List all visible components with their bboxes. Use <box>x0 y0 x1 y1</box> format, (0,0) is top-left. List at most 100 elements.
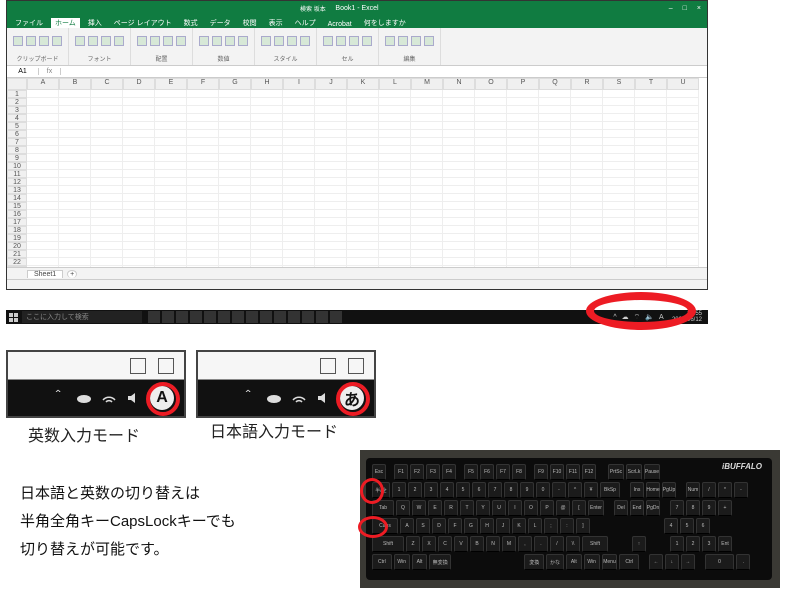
cell[interactable] <box>59 130 91 138</box>
cell[interactable] <box>27 90 59 98</box>
column-header[interactable]: K <box>347 78 379 90</box>
cell[interactable] <box>379 258 411 266</box>
cell[interactable] <box>187 122 219 130</box>
cell[interactable] <box>187 106 219 114</box>
cell[interactable] <box>507 154 539 162</box>
cell[interactable] <box>667 138 699 146</box>
taskbar-app-icon[interactable] <box>204 311 216 323</box>
row-header[interactable]: 5 <box>7 122 27 130</box>
cell[interactable] <box>59 106 91 114</box>
cell[interactable] <box>443 218 475 226</box>
tray-cloud-icon[interactable] <box>76 392 92 404</box>
cell[interactable] <box>667 98 699 106</box>
cell[interactable] <box>475 186 507 194</box>
row-header[interactable]: 1 <box>7 90 27 98</box>
cell[interactable] <box>219 170 251 178</box>
cell[interactable] <box>187 146 219 154</box>
cell[interactable] <box>219 210 251 218</box>
column-header[interactable]: G <box>219 78 251 90</box>
row-header[interactable]: 11 <box>7 170 27 178</box>
cell[interactable] <box>123 146 155 154</box>
cell[interactable] <box>635 114 667 122</box>
ribbon-command[interactable] <box>336 36 346 46</box>
cell[interactable] <box>571 114 603 122</box>
cell[interactable] <box>187 130 219 138</box>
cell[interactable] <box>603 258 635 266</box>
cell[interactable] <box>91 122 123 130</box>
cell[interactable] <box>411 122 443 130</box>
cell[interactable] <box>507 250 539 258</box>
cell[interactable] <box>443 170 475 178</box>
cell[interactable] <box>443 146 475 154</box>
column-header[interactable]: R <box>571 78 603 90</box>
cell[interactable] <box>603 130 635 138</box>
cell[interactable] <box>315 162 347 170</box>
cell[interactable] <box>219 114 251 122</box>
ribbon-command[interactable] <box>424 36 434 46</box>
column-header[interactable]: N <box>443 78 475 90</box>
cell[interactable] <box>507 138 539 146</box>
cell[interactable] <box>667 210 699 218</box>
cell[interactable] <box>315 170 347 178</box>
cell[interactable] <box>251 178 283 186</box>
cell[interactable] <box>507 194 539 202</box>
cell[interactable] <box>603 186 635 194</box>
cell[interactable] <box>91 130 123 138</box>
cell[interactable] <box>59 170 91 178</box>
cell[interactable] <box>443 106 475 114</box>
cell[interactable] <box>187 90 219 98</box>
cell[interactable] <box>123 194 155 202</box>
cell[interactable] <box>507 114 539 122</box>
cell[interactable] <box>379 202 411 210</box>
cell[interactable] <box>283 138 315 146</box>
cell[interactable] <box>507 226 539 234</box>
cell[interactable] <box>251 250 283 258</box>
cell[interactable] <box>603 106 635 114</box>
cell[interactable] <box>411 210 443 218</box>
cell[interactable] <box>283 266 315 267</box>
cell[interactable] <box>155 178 187 186</box>
name-box[interactable]: A1 <box>7 68 39 75</box>
taskbar-app-icon[interactable] <box>218 311 230 323</box>
cell[interactable] <box>667 130 699 138</box>
cell[interactable] <box>283 234 315 242</box>
ribbon-command[interactable] <box>199 36 209 46</box>
cell[interactable] <box>27 130 59 138</box>
cell[interactable] <box>539 90 571 98</box>
cell[interactable] <box>347 234 379 242</box>
cell[interactable] <box>219 186 251 194</box>
cell[interactable] <box>443 122 475 130</box>
cell[interactable] <box>155 242 187 250</box>
cell[interactable] <box>59 250 91 258</box>
cell[interactable] <box>123 178 155 186</box>
tray-cloud-icon[interactable]: ☁ <box>622 313 629 321</box>
column-header[interactable]: L <box>379 78 411 90</box>
cell[interactable] <box>571 162 603 170</box>
cell[interactable] <box>411 266 443 267</box>
cell[interactable] <box>123 170 155 178</box>
cell[interactable] <box>571 106 603 114</box>
cell[interactable] <box>539 130 571 138</box>
cell[interactable] <box>379 194 411 202</box>
start-button[interactable] <box>6 310 20 324</box>
cell[interactable] <box>507 202 539 210</box>
cell[interactable] <box>283 186 315 194</box>
cell[interactable] <box>59 154 91 162</box>
column-header[interactable]: C <box>91 78 123 90</box>
taskbar-app-icon[interactable] <box>162 311 174 323</box>
row-header[interactable]: 21 <box>7 250 27 258</box>
cell[interactable] <box>635 210 667 218</box>
cell[interactable] <box>571 202 603 210</box>
cell[interactable] <box>603 146 635 154</box>
cell[interactable] <box>91 106 123 114</box>
cell[interactable] <box>379 138 411 146</box>
cell[interactable] <box>603 90 635 98</box>
cell[interactable] <box>443 266 475 267</box>
cell[interactable] <box>155 130 187 138</box>
sheet-tab[interactable]: Sheet1 <box>27 270 63 278</box>
cell[interactable] <box>539 122 571 130</box>
cell[interactable] <box>507 130 539 138</box>
cell[interactable] <box>155 162 187 170</box>
cell[interactable] <box>443 178 475 186</box>
cell[interactable] <box>123 218 155 226</box>
